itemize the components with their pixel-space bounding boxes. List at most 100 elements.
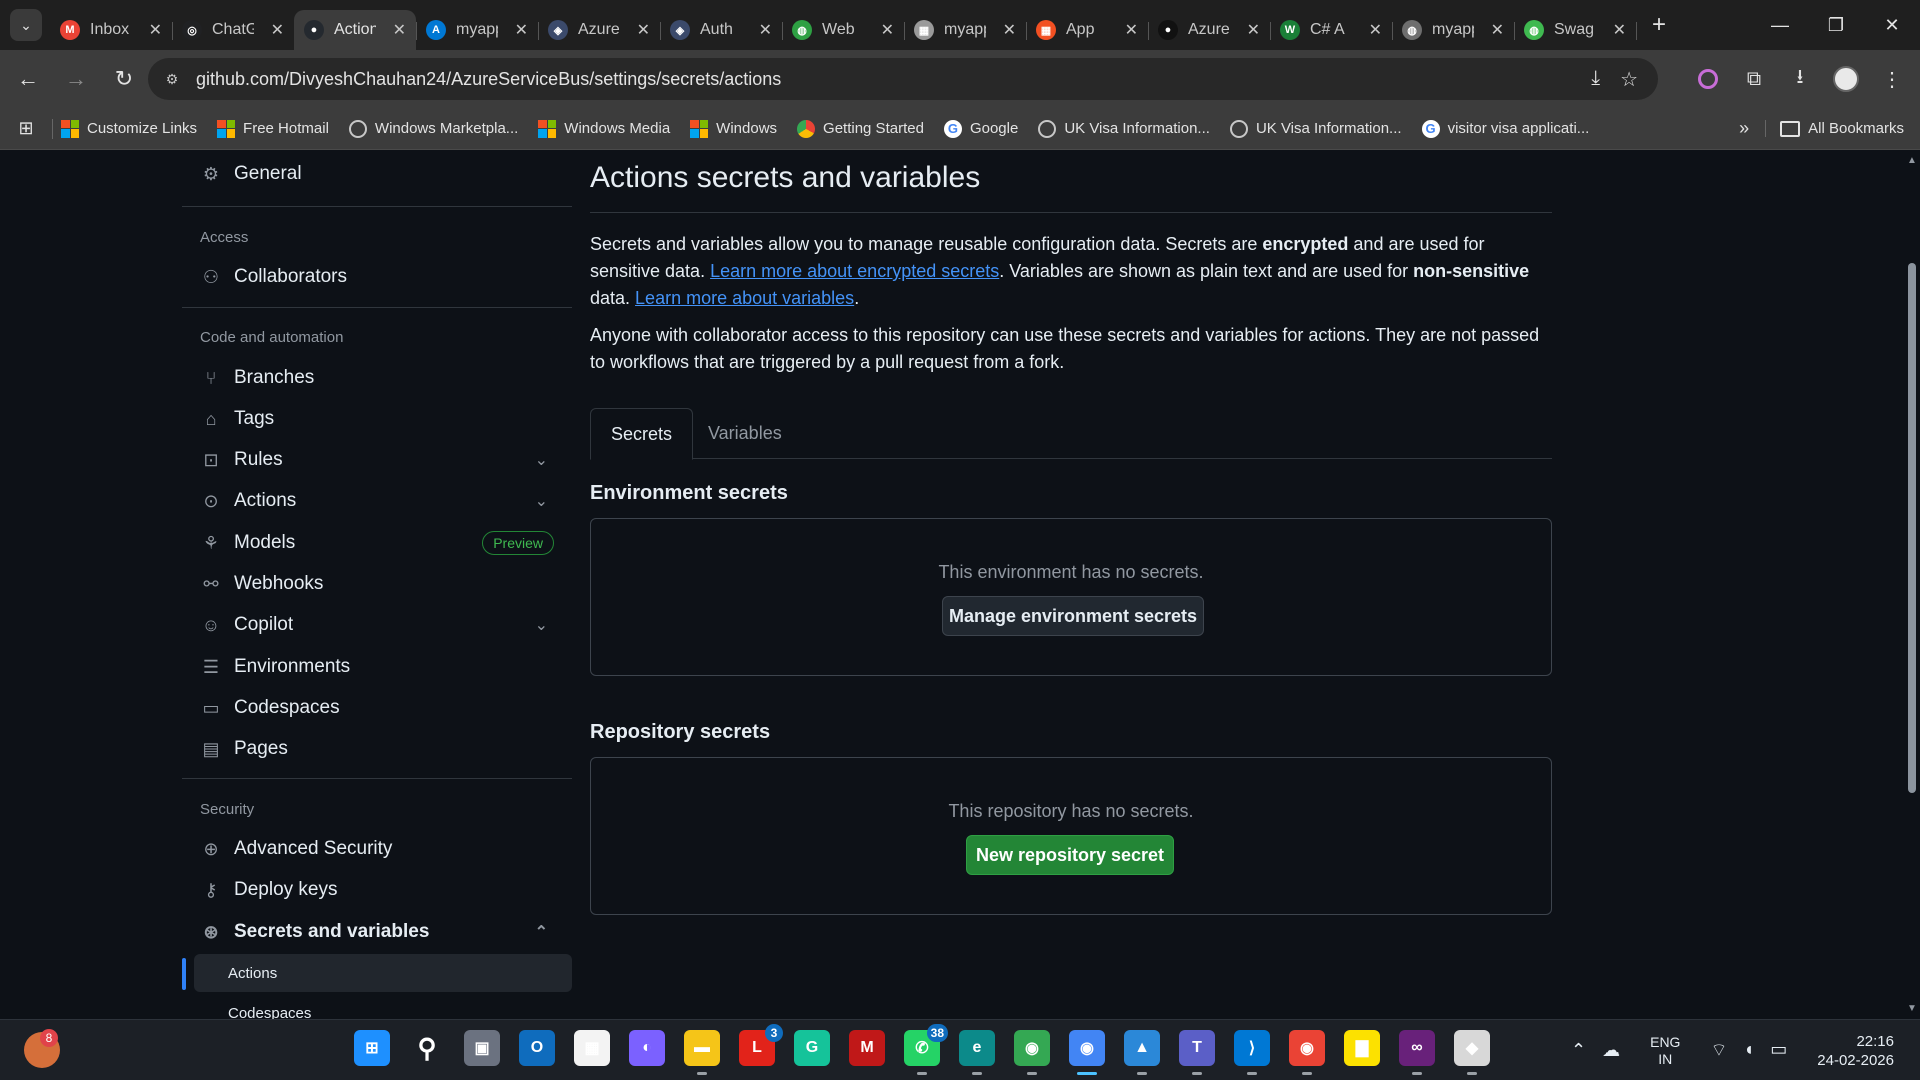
sidebar-subitem-actions[interactable]: Actions: [194, 954, 572, 992]
scroll-down-arrow-icon[interactable]: ▼: [1906, 1003, 1918, 1014]
task-view-icon[interactable]: ▣: [464, 1030, 500, 1066]
scroll-up-arrow-icon[interactable]: ▲: [1906, 155, 1918, 166]
sidebar-item-webhooks[interactable]: ⚯ Webhooks: [182, 564, 572, 604]
tab-close-icon[interactable]: ✕: [1125, 20, 1138, 40]
url-text[interactable]: github.com/DivyeshChauhan24/AzureService…: [196, 69, 781, 90]
chrome-work-icon[interactable]: ◉: [1289, 1030, 1325, 1075]
chrome-profile-icon[interactable]: ◉: [1069, 1030, 1105, 1075]
chevron-down-icon[interactable]: ⌄: [535, 450, 548, 470]
new-tab-plus-icon[interactable]: +: [1652, 11, 1666, 39]
sidebar-item-rules[interactable]: ⊡ Rules ⌄: [182, 440, 572, 480]
chevron-down-icon[interactable]: ⌄: [535, 491, 548, 511]
sidebar-item-environments[interactable]: ☰ Environments: [182, 647, 572, 687]
chevron-up-icon[interactable]: ⌃: [535, 922, 548, 942]
tab-close-icon[interactable]: ✕: [759, 20, 772, 40]
language-indicator[interactable]: ENG IN: [1650, 1034, 1680, 1068]
downloads-icon[interactable]: ⭳: [1784, 59, 1816, 99]
battery-icon[interactable]: ▭: [1770, 1039, 1787, 1062]
restore-icon[interactable]: ❐: [1808, 0, 1864, 50]
bookmark-item[interactable]: UK Visa Information...: [1229, 119, 1402, 138]
browser-tab[interactable]: ◍ myapp ✕: [1392, 10, 1515, 50]
sidebar-item-branches[interactable]: ⑂ Branches: [182, 358, 572, 398]
onedrive-cloud-icon[interactable]: ☁: [1602, 1040, 1620, 1061]
browser-tab[interactable]: ◈ Auth ✕: [660, 10, 783, 50]
minimize-icon[interactable]: —: [1752, 0, 1808, 50]
profile-avatar[interactable]: [1830, 59, 1862, 99]
sidebar-item-deploy-keys[interactable]: ⚷ Deploy keys: [182, 870, 572, 910]
chevron-down-icon[interactable]: ⌄: [535, 615, 548, 635]
new-repository-secret-button[interactable]: New repository secret: [966, 835, 1174, 875]
browser-tab[interactable]: ◍ Swag ✕: [1514, 10, 1637, 50]
tab-close-icon[interactable]: ✕: [393, 20, 406, 40]
bookmark-item[interactable]: Windows: [690, 119, 777, 138]
browser-tab[interactable]: ▦ App ✕: [1026, 10, 1149, 50]
scrollbar-thumb[interactable]: [1908, 263, 1916, 793]
bookmark-item[interactable]: Windows Marketpla...: [348, 119, 518, 138]
sidebar-item-general[interactable]: ⚙ General: [182, 154, 572, 194]
vscode-icon[interactable]: ⟩: [1234, 1030, 1270, 1075]
tab-close-icon[interactable]: ✕: [271, 20, 284, 40]
extension-ring-icon[interactable]: [1692, 59, 1724, 99]
bookmark-item[interactable]: Customize Links: [61, 119, 197, 138]
extensions-puzzle-icon[interactable]: ⧉: [1738, 59, 1770, 99]
show-hidden-icons-chevron-icon[interactable]: ⌃: [1571, 1040, 1586, 1061]
sidebar-subitem-codespaces[interactable]: Codespaces: [194, 994, 572, 1020]
tab-close-icon[interactable]: ✕: [1369, 20, 1382, 40]
terminal-app-icon[interactable]: ◆: [1454, 1030, 1490, 1075]
learn-more-secrets-link[interactable]: Learn more about encrypted secrets: [710, 261, 999, 281]
bookmark-item[interactable]: UK Visa Information...: [1038, 119, 1210, 138]
manage-environment-secrets-button[interactable]: Manage environment secrets: [942, 596, 1204, 636]
sidebar-item-copilot[interactable]: ☺ Copilot ⌄: [182, 605, 572, 645]
store-icon[interactable]: ▦: [574, 1030, 610, 1066]
whatsapp-icon[interactable]: ✆ 38: [904, 1024, 948, 1075]
sidebar-item-advanced-security[interactable]: ⊕ Advanced Security: [182, 829, 572, 869]
tab-variables[interactable]: Variables: [688, 408, 802, 459]
tab-close-icon[interactable]: ✕: [515, 20, 528, 40]
sidebar-item-secrets-and-variables[interactable]: ⊛ Secrets and variables ⌃: [182, 912, 572, 952]
tab-close-icon[interactable]: ✕: [637, 20, 650, 40]
browser-tab[interactable]: W C# A ✕: [1270, 10, 1393, 50]
tab-search-chevron-icon[interactable]: ⌄: [10, 9, 42, 41]
browser-tab[interactable]: ◍ Web ✕: [782, 10, 905, 50]
sidebar-item-tags[interactable]: ⌂ Tags: [182, 399, 572, 439]
tab-close-icon[interactable]: ✕: [149, 20, 162, 40]
browser-menu-icon[interactable]: ⋮: [1876, 59, 1908, 99]
bookmark-item[interactable]: G Google: [943, 119, 1018, 138]
sidebar-item-codespaces[interactable]: ▭ Codespaces: [182, 688, 572, 728]
bookmark-item[interactable]: Windows Media: [538, 119, 670, 138]
tab-secrets[interactable]: Secrets: [590, 408, 694, 460]
address-bar[interactable]: ⚙ github.com/DivyeshChauhan24/AzureServi…: [148, 58, 1658, 100]
browser-tab[interactable]: ▦ myapp ✕: [904, 10, 1027, 50]
edge-icon[interactable]: e: [959, 1030, 995, 1075]
teams-icon[interactable]: T: [1179, 1030, 1215, 1075]
browser-tab[interactable]: ● Azure ✕: [1148, 10, 1271, 50]
back-arrow-icon[interactable]: ←: [8, 59, 48, 99]
close-window-icon[interactable]: ✕: [1864, 0, 1920, 50]
install-app-icon[interactable]: ⤓: [1591, 67, 1600, 92]
clock[interactable]: 22:16 24-02-2026: [1817, 1032, 1894, 1070]
apps-grid-icon[interactable]: ⊞: [8, 113, 44, 145]
grammarly-icon[interactable]: G: [794, 1030, 830, 1066]
all-bookmarks-button[interactable]: All Bookmarks: [1765, 120, 1904, 137]
learn-more-variables-link[interactable]: Learn more about variables: [635, 288, 854, 308]
bookmark-item[interactable]: Getting Started: [797, 119, 924, 138]
bookmark-star-icon[interactable]: ☆: [1620, 67, 1638, 92]
more-bookmarks-icon[interactable]: »: [1739, 118, 1749, 139]
search-icon[interactable]: ⚲: [409, 1030, 445, 1066]
sticky-notes-icon[interactable]: ▇: [1344, 1030, 1380, 1066]
browser-tab[interactable]: M Inbox ✕: [50, 10, 173, 50]
browser-tab[interactable]: Amyapp ✕: [416, 10, 539, 50]
site-info-icon[interactable]: ⚙: [160, 67, 184, 91]
tab-close-icon[interactable]: ✕: [1491, 20, 1504, 40]
tab-close-icon[interactable]: ✕: [881, 20, 894, 40]
tab-close-icon[interactable]: ✕: [1247, 20, 1260, 40]
outlook-icon[interactable]: O: [519, 1030, 555, 1066]
browser-tab[interactable]: ◈ Azure ✕: [538, 10, 661, 50]
wifi-icon[interactable]: ⌔: [1710, 1039, 1727, 1062]
browser-tab[interactable]: ● Actions ✕: [294, 10, 417, 50]
sidebar-item-collaborators[interactable]: ⚇ Collaborators: [182, 257, 572, 297]
visual-studio-icon[interactable]: ∞: [1399, 1030, 1435, 1075]
tab-close-icon[interactable]: ✕: [1003, 20, 1016, 40]
sidebar-item-actions[interactable]: ⊙ Actions ⌄: [182, 481, 572, 521]
page-scrollbar[interactable]: ▲ ▼: [1904, 151, 1920, 1019]
